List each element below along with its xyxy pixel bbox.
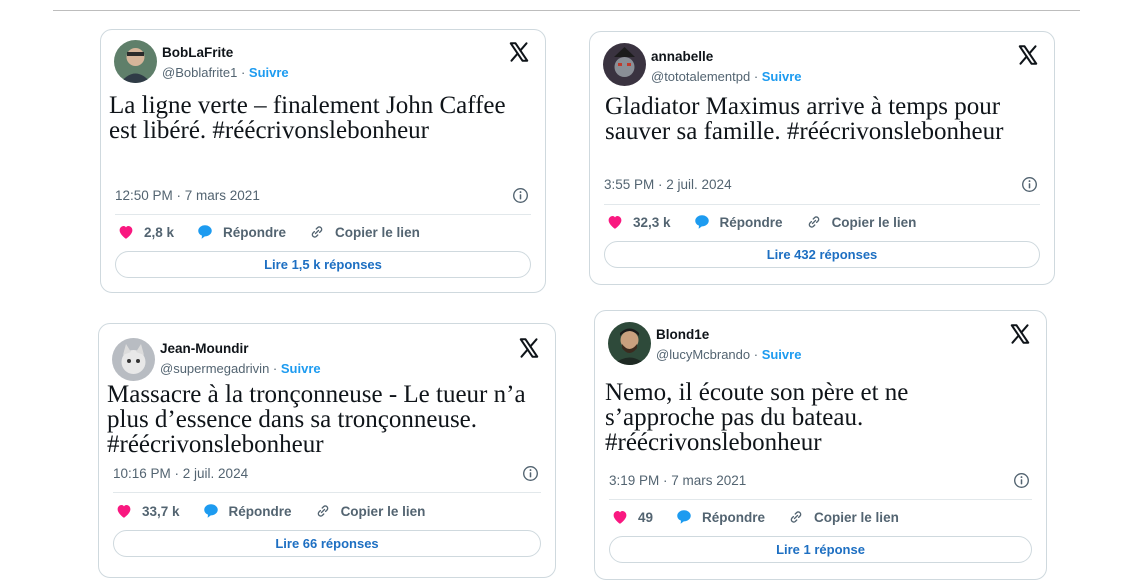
- follow-button[interactable]: Suivre: [762, 347, 802, 362]
- like-button[interactable]: 32,3 k: [606, 213, 671, 231]
- info-icon[interactable]: [1021, 176, 1038, 193]
- like-count: 33,7 k: [142, 503, 180, 519]
- link-icon: [808, 216, 819, 228]
- reply-label: Répondre: [223, 224, 287, 240]
- like-count: 32,3 k: [633, 214, 671, 230]
- read-replies-button[interactable]: Lire 1,5 k réponses: [115, 251, 531, 278]
- handle-row: @Boblafrite1 · Suivre: [162, 65, 289, 80]
- x-logo-icon[interactable]: [1009, 323, 1031, 345]
- action-bar: 2,8 k Répondre Copier le lien: [117, 223, 420, 241]
- x-logo-icon[interactable]: [1017, 44, 1039, 66]
- divider: [604, 204, 1040, 205]
- x-logo-icon[interactable]: [518, 337, 540, 359]
- handle-row: @supermegadrivin · Suivre: [160, 361, 321, 376]
- heart-icon: [119, 226, 133, 239]
- divider: [115, 214, 531, 215]
- user-name[interactable]: annabelle: [651, 49, 713, 64]
- reply-label: Répondre: [228, 503, 292, 519]
- speech-bubble-icon: [677, 510, 691, 524]
- copy-link-label: Copier le lien: [340, 503, 426, 519]
- tweet-card-annabelle[interactable]: annabelle @tototalementpd · Suivre Gladi…: [589, 31, 1055, 285]
- user-handle[interactable]: @lucyMcbrando: [656, 347, 750, 362]
- like-button[interactable]: 33,7 k: [115, 502, 180, 520]
- reply-button[interactable]: Répondre: [675, 508, 765, 526]
- like-button[interactable]: 49: [611, 508, 653, 526]
- handle-row: @lucyMcbrando · Suivre: [656, 347, 801, 362]
- x-logo-icon[interactable]: [508, 41, 530, 63]
- reply-button[interactable]: Répondre: [202, 502, 292, 520]
- copy-link-button[interactable]: Copier le lien: [314, 502, 426, 520]
- like-count: 2,8 k: [144, 224, 175, 240]
- avatar[interactable]: [603, 43, 646, 86]
- user-name[interactable]: BobLaFrite: [162, 45, 233, 60]
- user-name[interactable]: Jean-Moundir: [160, 341, 249, 356]
- link-icon: [317, 505, 328, 517]
- speech-bubble-icon: [694, 215, 709, 229]
- link-icon: [311, 226, 323, 238]
- handle-row: @tototalementpd · Suivre: [651, 69, 802, 84]
- avatar[interactable]: [112, 338, 155, 381]
- info-icon[interactable]: [522, 465, 539, 482]
- avatar[interactable]: [114, 40, 157, 83]
- follow-button[interactable]: Suivre: [281, 361, 321, 376]
- separator: ·: [237, 65, 249, 80]
- reply-label: Répondre: [719, 214, 783, 230]
- follow-button[interactable]: Suivre: [249, 65, 289, 80]
- tweet-card-boblafrite[interactable]: BobLaFrite @Boblafrite1 · Suivre La lign…: [100, 29, 546, 293]
- copy-link-label: Copier le lien: [335, 224, 420, 240]
- heart-icon: [613, 511, 627, 524]
- tweet-text: Nemo, il écoute son père et ne s’approch…: [605, 379, 909, 456]
- follow-button[interactable]: Suivre: [762, 69, 802, 84]
- timestamp[interactable]: 3:19 PM · 7 mars 2021: [609, 473, 746, 488]
- tweet-text: Massacre à la tronçonneuse - Le tueur n’…: [107, 381, 526, 458]
- heart-icon: [117, 505, 131, 518]
- tweet-text: Gladiator Maximus arrive à temps pour sa…: [605, 93, 1004, 145]
- speech-bubble-icon: [203, 504, 218, 518]
- read-replies-button[interactable]: Lire 432 réponses: [604, 241, 1040, 268]
- reply-button[interactable]: Répondre: [196, 223, 286, 241]
- divider: [113, 492, 541, 493]
- tweet-text: La ligne verte – finalement John Caffee …: [109, 92, 506, 144]
- action-bar: 49 Répondre Copier le lien: [611, 508, 899, 526]
- tweet-card-blond1e[interactable]: Blond1e @lucyMcbrando · Suivre Nemo, il …: [594, 310, 1047, 580]
- separator: ·: [750, 347, 762, 362]
- timestamp[interactable]: 3:55 PM · 2 juil. 2024: [604, 177, 732, 192]
- user-handle[interactable]: @Boblafrite1: [162, 65, 237, 80]
- user-handle[interactable]: @supermegadrivin: [160, 361, 269, 376]
- read-replies-button[interactable]: Lire 66 réponses: [113, 530, 541, 557]
- user-name[interactable]: Blond1e: [656, 327, 709, 342]
- speech-bubble-icon: [198, 225, 212, 239]
- reply-label: Répondre: [702, 509, 766, 525]
- top-divider: [53, 10, 1080, 11]
- action-bar: 33,7 k Répondre Copier le lien: [115, 502, 425, 520]
- divider: [609, 499, 1032, 500]
- avatar[interactable]: [608, 322, 651, 365]
- heart-icon: [608, 216, 622, 229]
- read-replies-button[interactable]: Lire 1 réponse: [609, 536, 1032, 563]
- timestamp[interactable]: 12:50 PM · 7 mars 2021: [115, 188, 260, 203]
- timestamp[interactable]: 10:16 PM · 2 juil. 2024: [113, 466, 248, 481]
- copy-link-button[interactable]: Copier le lien: [805, 213, 917, 231]
- copy-link-label: Copier le lien: [831, 214, 917, 230]
- like-count: 49: [638, 509, 654, 525]
- copy-link-button[interactable]: Copier le lien: [308, 223, 420, 241]
- separator: ·: [269, 361, 281, 376]
- copy-link-button[interactable]: Copier le lien: [787, 508, 899, 526]
- reply-button[interactable]: Répondre: [693, 213, 783, 231]
- like-button[interactable]: 2,8 k: [117, 223, 174, 241]
- info-icon[interactable]: [1013, 472, 1030, 489]
- separator: ·: [750, 69, 762, 84]
- action-bar: 32,3 k Répondre Copier le lien: [606, 213, 916, 231]
- user-handle[interactable]: @tototalementpd: [651, 69, 750, 84]
- info-icon[interactable]: [512, 187, 529, 204]
- link-icon: [790, 511, 802, 523]
- tweet-card-jean-moundir[interactable]: Jean-Moundir @supermegadrivin · Suivre M…: [98, 323, 556, 578]
- copy-link-label: Copier le lien: [814, 509, 899, 525]
